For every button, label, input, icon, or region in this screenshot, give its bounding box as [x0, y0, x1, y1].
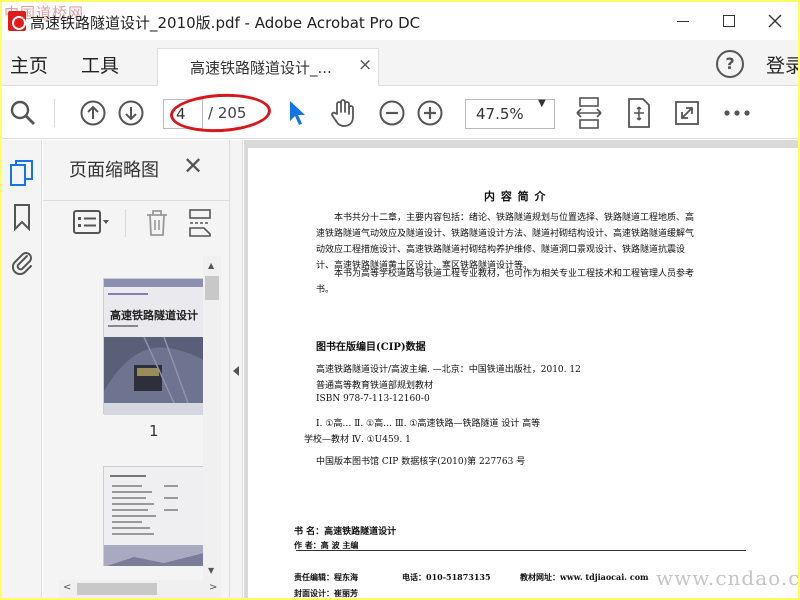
summary-paragraph: 本书共分十二章，主要内容包括：绪论、铁路隧道规划与位置选择、铁路隧道工程地质、高… [316, 213, 695, 271]
close-icon [768, 14, 782, 28]
horizontal-scroll-thumb[interactable] [77, 583, 157, 595]
window-title: 高速铁路隧道设计_2010版.pdf - Adobe Acrobat Pro D… [30, 14, 421, 32]
vertical-scroll-thumb[interactable] [205, 276, 219, 300]
cip-line: 普通高等教育铁道部规划教材 [316, 381, 434, 391]
maximize-button[interactable] [706, 2, 752, 40]
document-tab-label: 高速铁路隧道设计_... [190, 59, 332, 77]
attachments-button[interactable] [8, 246, 36, 276]
contents-thumbnail-image [104, 467, 204, 566]
page-thumbnail[interactable] [103, 466, 204, 566]
fit-width-icon [576, 97, 602, 129]
arrow-up-circle-icon [80, 100, 106, 126]
navigation-rail [2, 140, 42, 598]
cip-line: 高速铁路隧道设计/高波主编. —北京：中国铁道出版社，2010. 12 [316, 365, 581, 375]
cover-design-line: 封面设计：崔丽芳 [294, 588, 358, 598]
fit-page-icon [628, 98, 650, 128]
tab-home[interactable]: 主页 [10, 51, 48, 78]
hand-icon [331, 99, 354, 127]
options-menu-icon [73, 210, 109, 234]
tab-bar: 主页 工具 高速铁路隧道设计_... × ? 登录 [2, 40, 798, 86]
page-thumbnail[interactable]: 高速铁路隧道设计 [103, 278, 206, 415]
phone-line: 电话：010-51873135 [402, 572, 491, 582]
cover-thumbnail-image [104, 279, 206, 415]
thumbnail-horizontal-scrollbar[interactable]: < > [59, 580, 221, 598]
watermark-bottom: www.cndao.com [656, 566, 800, 590]
plus-circle-icon [417, 100, 443, 126]
main-toolbar: 4 / 205 47.5% ▼ [2, 87, 798, 139]
thumbnail-cover-title: 高速铁路隧道设计 [110, 309, 198, 322]
title-bar: 中国道桥网 高速铁路隧道设计_2010版.pdf - Adobe Acrobat… [2, 2, 798, 40]
summary-heading: 内 容 简 介 [484, 190, 547, 203]
search-button[interactable] [8, 98, 38, 128]
fit-width-button[interactable] [572, 97, 606, 129]
more-dots-icon [724, 110, 750, 116]
fit-page-button[interactable] [624, 98, 654, 128]
search-icon [10, 100, 35, 125]
cip-line: ISBN 978-7-113-12160-0 [316, 394, 430, 404]
red-annotation-ellipse [169, 91, 272, 135]
chevron-down-icon: ▼ [538, 98, 546, 109]
website-line: 教材网址：www. tdjiaocai. com [520, 572, 649, 582]
page-thumbnails-icon [10, 160, 33, 186]
select-tool-button[interactable] [282, 98, 312, 128]
pdf-page: 内 容 简 介 本书共分十二章，主要内容包括：绪论、铁路隧道规划与位置选择、铁路… [248, 148, 798, 598]
thumbnail-options-button[interactable] [73, 209, 113, 239]
arrow-down-circle-icon [118, 100, 144, 126]
insert-pages-icon [189, 209, 211, 237]
thumbnail-vertical-scrollbar[interactable]: ▲ ▼ [203, 256, 221, 580]
scroll-right-arrow-icon[interactable]: > [209, 582, 217, 593]
bookmarks-button[interactable] [8, 202, 36, 232]
bookmark-icon [14, 204, 30, 231]
login-button[interactable]: 登录 [766, 51, 798, 78]
cip-line: 中国版本图书馆 CIP 数据核字(2010)第 227763 号 [316, 457, 526, 467]
scroll-left-arrow-icon[interactable]: < [63, 582, 71, 593]
close-panel-icon[interactable]: ✕ [183, 152, 203, 180]
scroll-down-arrow-icon[interactable]: ▼ [208, 566, 214, 575]
tab-tools[interactable]: 工具 [81, 51, 119, 78]
toolbar-divider [54, 99, 55, 127]
cip-heading: 图书在版编目(CIP)数据 [316, 342, 426, 353]
cip-line: 学校—教材 Ⅳ. ①U459. 1 [304, 435, 411, 445]
thumbnail-list: 高速铁路隧道设计 1 [59, 256, 219, 566]
book-name-line: 书 名：高速铁路隧道设计 [294, 527, 397, 537]
close-tab-icon[interactable]: × [358, 55, 372, 75]
cursor-arrow-icon [290, 101, 305, 125]
panel-toolbar-divider [125, 209, 126, 237]
insert-pages-button[interactable] [187, 209, 213, 241]
maximize-icon [723, 15, 735, 27]
minimize-icon [677, 20, 689, 22]
full-screen-button[interactable] [672, 98, 702, 128]
tab-document[interactable]: 高速铁路隧道设计_... × [157, 48, 379, 86]
zoom-out-button[interactable] [377, 98, 407, 128]
help-icon[interactable]: ? [716, 50, 744, 78]
minimize-button[interactable] [660, 2, 706, 40]
trash-icon [147, 210, 167, 236]
editor-line: 责任编辑：程东海 [294, 572, 358, 582]
collapse-arrow-icon [233, 366, 239, 376]
hand-tool-button[interactable] [328, 98, 358, 128]
close-window-button[interactable] [752, 2, 798, 40]
minus-circle-icon [379, 100, 405, 126]
delete-pages-button[interactable] [145, 209, 169, 241]
previous-page-button[interactable] [78, 98, 108, 128]
cip-line: Ⅰ. ①高… Ⅱ. ①高… Ⅲ. ①高速铁路—铁路隧道 设计 高等 [316, 419, 541, 429]
panel-title: 页面缩略图 [69, 160, 159, 181]
panel-collapse-handle[interactable] [229, 140, 243, 598]
page-thumbnails-button[interactable] [8, 158, 36, 188]
zoom-in-button[interactable] [415, 98, 445, 128]
acrobat-window: 中国道桥网 高速铁路隧道设计_2010版.pdf - Adobe Acrobat… [2, 2, 798, 598]
more-options-button[interactable] [722, 98, 752, 128]
audience-paragraph: 本书为高等学校道路与铁道工程专业教材，也可作为相关专业工程技术和工程管理人员参考… [316, 269, 695, 295]
paperclip-icon [11, 252, 32, 275]
next-page-button[interactable] [116, 98, 146, 128]
page-thumbnails-panel: 页面缩略图 ✕ 高速铁路隧道设计 1 ▲ ▼ < > [43, 140, 229, 598]
thumbnail-page-number: 1 [149, 422, 159, 440]
thumbnail-toolbar [43, 200, 229, 242]
separator-rule [296, 550, 746, 551]
expand-icon [675, 101, 699, 125]
document-view[interactable]: 内 容 简 介 本书共分十二章，主要内容包括：绪论、铁路隧道规划与位置选择、铁路… [244, 140, 798, 598]
scroll-up-arrow-icon[interactable]: ▲ [208, 261, 214, 270]
